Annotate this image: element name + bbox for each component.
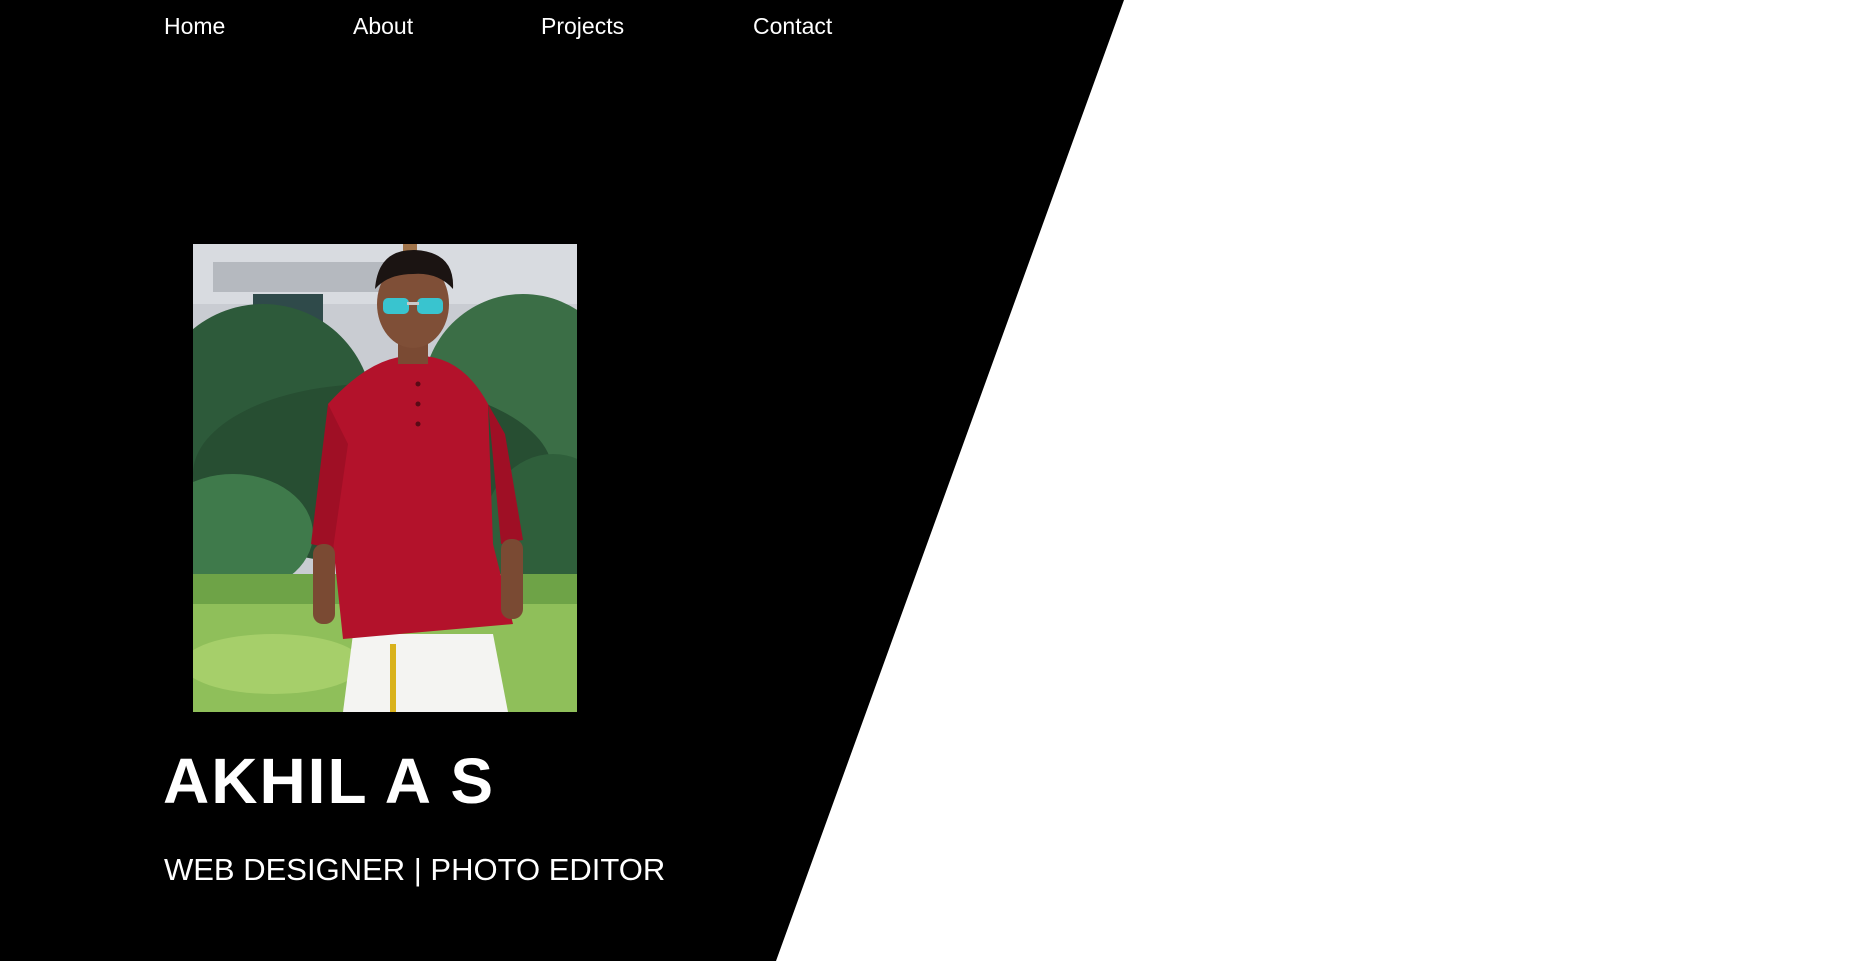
nav-link-projects[interactable]: Projects bbox=[541, 12, 624, 40]
top-navigation: Home About Projects Contact bbox=[0, 0, 1000, 52]
page: Home About Projects Contact AKHIL A S WE… bbox=[0, 0, 1868, 961]
nav-link-home[interactable]: Home bbox=[164, 12, 225, 40]
profile-photo bbox=[193, 244, 577, 712]
nav-link-about[interactable]: About bbox=[353, 12, 413, 40]
job-title-tagline: WEB DESIGNER | PHOTO EDITOR bbox=[164, 852, 666, 887]
person-name: AKHIL A S bbox=[163, 745, 496, 817]
nav-link-contact[interactable]: Contact bbox=[753, 12, 832, 40]
